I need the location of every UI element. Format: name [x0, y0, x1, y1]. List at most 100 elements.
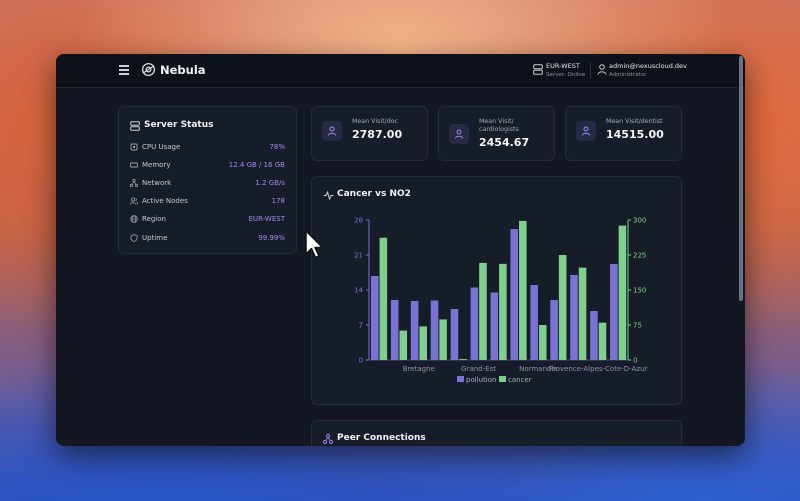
- y-left-tick-label: 0: [359, 357, 363, 365]
- user-role: Administrator: [609, 72, 647, 78]
- y-right-tick-label: 150: [633, 287, 646, 295]
- app-brand: Nebula: [160, 63, 206, 77]
- bar-pollution: [530, 285, 538, 360]
- stat-icon-bg: [576, 121, 596, 141]
- user-menu[interactable]: admin@nexuscloud.dev Administrator: [609, 62, 687, 80]
- stat-label: Mean Visit/: [479, 118, 514, 125]
- y-left-tick-label: 14: [354, 287, 363, 295]
- y-left-tick-label: 28: [354, 217, 363, 225]
- bar-pollution: [550, 300, 558, 360]
- peer-connections-card: Peer Connections: [311, 420, 682, 446]
- nebula-logo-icon: [141, 62, 156, 77]
- bar-pollution: [430, 300, 439, 360]
- bar-pollution: [570, 275, 578, 360]
- x-tick-label: Grand-Est: [461, 365, 496, 373]
- bar-pollution: [610, 264, 618, 360]
- server-icon: [533, 64, 543, 75]
- bar-pollution: [470, 287, 479, 360]
- status-label: Uptime: [142, 234, 168, 242]
- bar-cancer: [479, 262, 487, 360]
- menu-icon[interactable]: [119, 65, 129, 75]
- stat-card-mean-visit-dentist: Mean Visit/dentist 14515.00: [565, 106, 682, 161]
- bar-cancer: [558, 255, 567, 360]
- bar-cancer: [598, 322, 607, 360]
- server-status-title: Server Status: [144, 120, 214, 130]
- y-left-tick-label: 7: [359, 322, 363, 330]
- status-row-active-nodes: Active Nodes 178: [130, 196, 285, 208]
- status-row-network: Network 1.2 GB/s: [130, 178, 285, 190]
- y-right-tick-label: 225: [633, 252, 646, 260]
- bar-chart: 07142128075150225300Bretagne Grand-Est Nor…: [354, 217, 648, 385]
- bar-pollution: [390, 300, 399, 360]
- bar-pollution: [450, 309, 459, 360]
- stat-label: Mean Visit/doc: [352, 118, 399, 125]
- server-icon: [130, 121, 140, 131]
- user-icon: [597, 64, 607, 75]
- status-row-cpu: CPU Usage 78%: [130, 142, 285, 154]
- legend-swatch-pollution: [457, 376, 464, 382]
- server-status-text: Server: Online: [546, 72, 586, 78]
- user-email: admin@nexuscloud.dev: [609, 62, 687, 70]
- y-right-tick-label: 300: [633, 217, 646, 225]
- nodes-icon: [130, 197, 138, 205]
- bar-cancer: [379, 237, 388, 360]
- y-right-tick-label: 0: [633, 357, 637, 365]
- bar-cancer: [419, 326, 427, 360]
- mouse-cursor-icon: [305, 230, 324, 259]
- legend-label-cancer: cancer: [508, 376, 532, 384]
- bar-pollution: [490, 292, 499, 360]
- stat-value: 14515.00: [606, 128, 664, 141]
- memory-icon: [130, 162, 138, 168]
- x-tick-label: Provence-Alpes-Cote-D-Azur: [549, 365, 648, 373]
- stat-value: 2454.67: [479, 136, 530, 149]
- bar-pollution: [510, 229, 519, 360]
- bar-cancer: [618, 225, 627, 360]
- bar-cancer: [439, 319, 447, 360]
- y-left-tick-label: 21: [354, 252, 363, 260]
- user-icon: [582, 126, 590, 136]
- globe-icon: [130, 215, 138, 223]
- status-value: 99.99%: [258, 234, 285, 242]
- legend-label-pollution: pollution: [466, 376, 496, 384]
- status-row-region: Region EUR-WEST: [130, 214, 285, 226]
- bar-pollution: [590, 311, 598, 360]
- stat-label: cardiologists: [479, 126, 519, 133]
- legend-swatch-cancer: [499, 376, 506, 382]
- stat-icon-bg: [322, 121, 342, 141]
- region-indicator[interactable]: EUR-WEST Server: Online: [546, 62, 585, 80]
- shield-icon: [130, 234, 138, 242]
- chart-card: Cancer vs NO2 0 7 14 21 28 0 75 150 225 300 Bretag…: [311, 176, 682, 405]
- status-row-memory: Memory 12.4 GB / 16 GB: [130, 160, 285, 172]
- status-value: 12.4 GB / 16 GB: [228, 161, 285, 169]
- bar-cancer: [399, 330, 408, 360]
- bar-cancer: [578, 267, 587, 360]
- divider: [590, 62, 591, 79]
- top-bar: Nebula EUR-WEST Server: Online admin@nex…: [56, 54, 745, 88]
- x-tick-label: Bretagne: [403, 365, 435, 373]
- user-icon: [328, 126, 336, 136]
- status-label: Region: [142, 215, 166, 223]
- status-value: EUR-WEST: [248, 215, 285, 223]
- bar-cancer: [499, 263, 507, 360]
- stat-icon-bg: [449, 124, 469, 144]
- status-label: Network: [142, 179, 172, 187]
- bar-cancer: [519, 220, 527, 360]
- status-label: CPU Usage: [142, 143, 181, 151]
- status-label: Memory: [142, 161, 171, 169]
- stat-card-mean-visit-doc: Mean Visit/doc 2787.00: [311, 106, 428, 161]
- bar-pollution: [370, 276, 379, 360]
- network-icon: [130, 179, 138, 187]
- status-value: 178: [271, 197, 285, 205]
- network-icon: [323, 434, 333, 444]
- y-right-tick-label: 75: [633, 322, 642, 330]
- status-value: 1.2 GB/s: [255, 179, 285, 187]
- scrollbar[interactable]: [739, 56, 743, 301]
- status-value: 78%: [269, 143, 285, 151]
- cpu-icon: [130, 143, 138, 151]
- bar-pollution: [410, 301, 419, 360]
- user-icon: [455, 129, 463, 139]
- stat-label: Mean Visit/dentist: [606, 118, 663, 125]
- bar-cancer: [459, 359, 467, 360]
- status-row-uptime: Uptime 99.99%: [130, 233, 285, 245]
- status-label: Active Nodes: [142, 197, 188, 205]
